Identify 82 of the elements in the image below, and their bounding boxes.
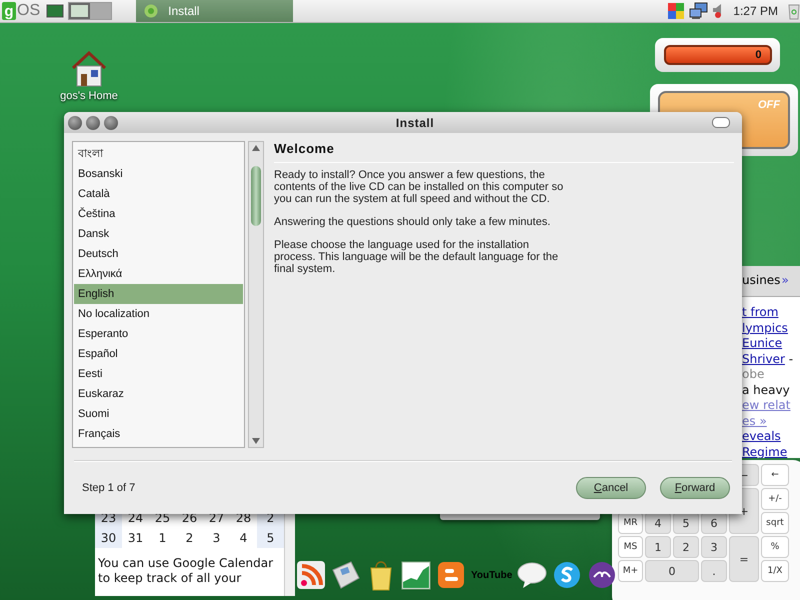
body-text: Please choose the language used for the installation process. This language will be the default language for the final system. [274, 239, 560, 275]
network-icon [689, 2, 710, 20]
calculator-key[interactable]: 6 [701, 512, 727, 534]
dialog-button[interactable]: Cancel [576, 477, 646, 499]
os-logo[interactable]: g OS [0, 2, 42, 20]
minimize-button[interactable] [86, 116, 100, 130]
icon-label[interactable]: gos's Home [60, 90, 118, 102]
news-tab[interactable]: usines [742, 273, 780, 289]
calendar-day[interactable]: 2 [176, 528, 203, 548]
language-item[interactable]: Euskaraz [74, 384, 243, 404]
window-title: Install [394, 116, 436, 130]
news-text: a heavy [742, 382, 790, 396]
windows-logo-icon [667, 2, 686, 20]
page-heading: Welcome [274, 141, 734, 163]
more-tabs-link[interactable]: » [781, 273, 789, 289]
news-text: - [788, 352, 794, 366]
calculator-key[interactable]: sqrt [761, 512, 789, 534]
calendar-tip: You can use Google Calendar to keep track of all your [97, 555, 274, 586]
calculator-key[interactable]: MR [618, 512, 643, 534]
calendar-day[interactable]: 4 [230, 528, 257, 548]
language-item[interactable]: Català [74, 184, 243, 204]
language-item[interactable]: No localization [74, 304, 243, 324]
up-arrow-icon [252, 145, 260, 151]
calculator-key[interactable]: 1 [645, 536, 671, 558]
task-button[interactable]: Install [136, 0, 294, 22]
calendar-day[interactable]: 1 [149, 528, 176, 548]
rss-icon[interactable] [296, 558, 326, 592]
calculator-key[interactable]: 2 [673, 536, 699, 558]
body-text: Ready to install? Once you answer a few questions, the contents of the live CD can be installed on this computer so you can run the system at full speed and without the CD. [274, 169, 564, 205]
calculator-key[interactable]: ← [761, 464, 789, 486]
language-item[interactable]: Ελληνικά [74, 264, 243, 284]
language-item[interactable]: Suomi [74, 404, 243, 424]
counter-display: 0 [664, 45, 772, 65]
news-link[interactable]: t from [742, 305, 778, 319]
language-item[interactable]: Bosanski [74, 164, 243, 184]
calculator-key[interactable]: . [701, 560, 727, 582]
down-arrow-icon [252, 438, 260, 444]
language-item[interactable]: Esperanto [74, 324, 243, 344]
calculator-key[interactable]: 4 [645, 512, 671, 534]
trash-icon [788, 2, 800, 20]
news-text: obe [742, 367, 764, 381]
calendar-day[interactable]: 3 [203, 528, 230, 548]
calculator-key[interactable]: 1/X [761, 560, 789, 582]
calculator-key[interactable]: +/- [761, 488, 789, 510]
language-item[interactable]: Dansk [74, 224, 243, 244]
close-button[interactable] [68, 116, 82, 130]
language-item[interactable]: Deutsch [74, 244, 243, 264]
calendar-day[interactable]: 30 [95, 528, 122, 548]
calculator-key[interactable]: MS [618, 536, 643, 558]
calculator-key[interactable]: = [729, 536, 759, 582]
language-item[interactable]: English [74, 284, 243, 304]
desktop-icon [46, 4, 64, 18]
news-link[interactable]: ew relat [742, 398, 790, 412]
workspace-button[interactable] [69, 3, 90, 19]
news-link[interactable]: lympics [742, 320, 788, 334]
news-link[interactable]: Regime [742, 444, 788, 458]
calculator-key[interactable]: 5 [673, 512, 699, 534]
language-item[interactable]: Español [74, 344, 243, 364]
step-label: Step 1 of 7 [82, 482, 136, 494]
speaker-muted-icon [713, 4, 724, 18]
shade-button[interactable] [712, 117, 730, 128]
clock[interactable]: 1:27 PM [733, 4, 778, 18]
calendar-day[interactable]: 31 [122, 528, 149, 548]
language-item[interactable]: বাংলা [74, 144, 243, 164]
scrollbar[interactable] [248, 141, 264, 448]
language-item[interactable]: Eesti [74, 364, 243, 384]
news-link[interactable]: eveals [742, 429, 781, 443]
calculator-key[interactable]: 0 [645, 560, 699, 582]
language-item[interactable]: Français [74, 424, 243, 444]
language-item[interactable]: Čeština [74, 204, 243, 224]
calendar-day[interactable]: 5 [257, 528, 284, 548]
calculator-key[interactable]: % [761, 536, 789, 558]
news-link[interactable]: Eunice [742, 336, 782, 350]
house-icon [69, 48, 109, 88]
calculator-key[interactable]: 3 [701, 536, 727, 558]
scroll-thumb[interactable] [251, 166, 261, 226]
dialog-button[interactable]: Forward [660, 477, 730, 499]
maximize-button[interactable] [104, 116, 118, 130]
news-link[interactable]: es » [742, 414, 767, 428]
calculator-key[interactable]: M+ [618, 560, 643, 582]
news-link[interactable]: Shriver [742, 352, 785, 366]
body-text: Answering the questions should only take a few minutes. [274, 216, 552, 228]
